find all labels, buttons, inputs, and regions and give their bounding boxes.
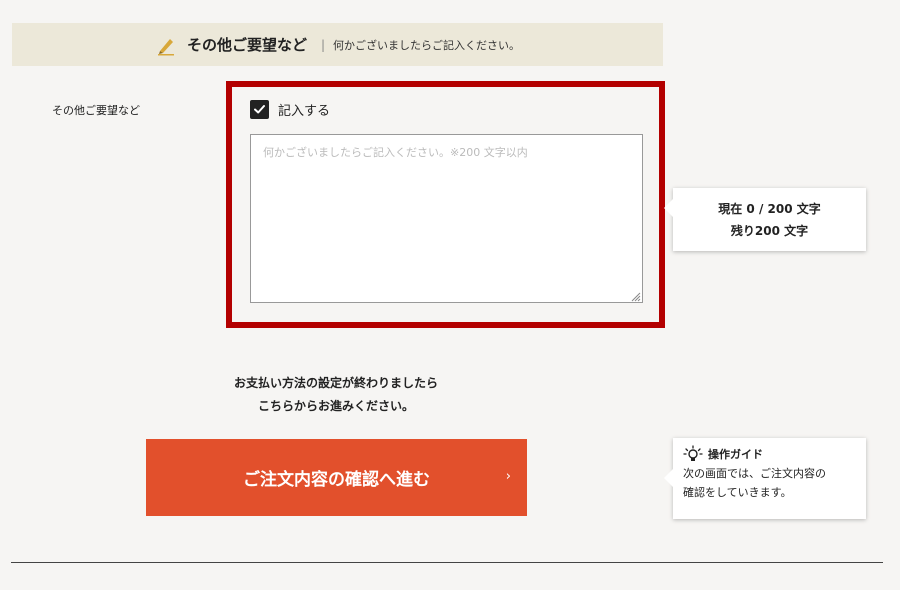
lightbulb-icon [683, 445, 703, 461]
chevron-right-icon: › [505, 469, 511, 484]
resize-grip-icon[interactable] [631, 292, 641, 302]
pencil-icon [157, 38, 174, 55]
section-description: 何かございましたらご記入ください。 [333, 38, 521, 52]
section-header: その他ご要望など | 何かございましたらご記入ください。 [12, 23, 663, 66]
guide-line-2: 確認をしていきます。 [683, 486, 792, 499]
write-checkbox[interactable] [250, 100, 269, 119]
counter-remaining: 残り200 文字 [730, 223, 809, 238]
payment-notice: お支払い方法の設定が終わりましたら こちらからお進みください。 [176, 372, 496, 418]
character-counter: 現在 0 / 200 文字 残り200 文字 [664, 188, 866, 251]
section-divider [11, 562, 883, 563]
confirm-order-label: ご注文内容の確認へ進む [243, 470, 430, 490]
guide-line-1: 次の画面では、ご注文内容の [683, 467, 826, 480]
row-label: その他ご要望など [52, 104, 140, 117]
counter-current: 現在 0 / 200 文字 [718, 201, 821, 216]
operation-guide: 操作ガイド 次の画面では、ご注文内容の 確認をしていきます。 [664, 438, 866, 519]
notice-line-2: こちらからお進みください。 [257, 399, 414, 413]
write-checkbox-label[interactable]: 記入する [278, 100, 330, 119]
section-separator: | [320, 37, 326, 52]
check-icon [254, 105, 265, 114]
section-title: その他ご要望など [186, 36, 307, 54]
request-textarea[interactable] [250, 134, 643, 303]
guide-header: 操作ガイド [683, 445, 854, 463]
notice-line-1: お支払い方法の設定が終わりましたら [233, 376, 438, 390]
write-checkbox-row[interactable]: 記入する [250, 100, 330, 119]
confirm-order-button[interactable]: ご注文内容の確認へ進む › [146, 439, 527, 516]
guide-title: 操作ガイド [708, 448, 763, 461]
